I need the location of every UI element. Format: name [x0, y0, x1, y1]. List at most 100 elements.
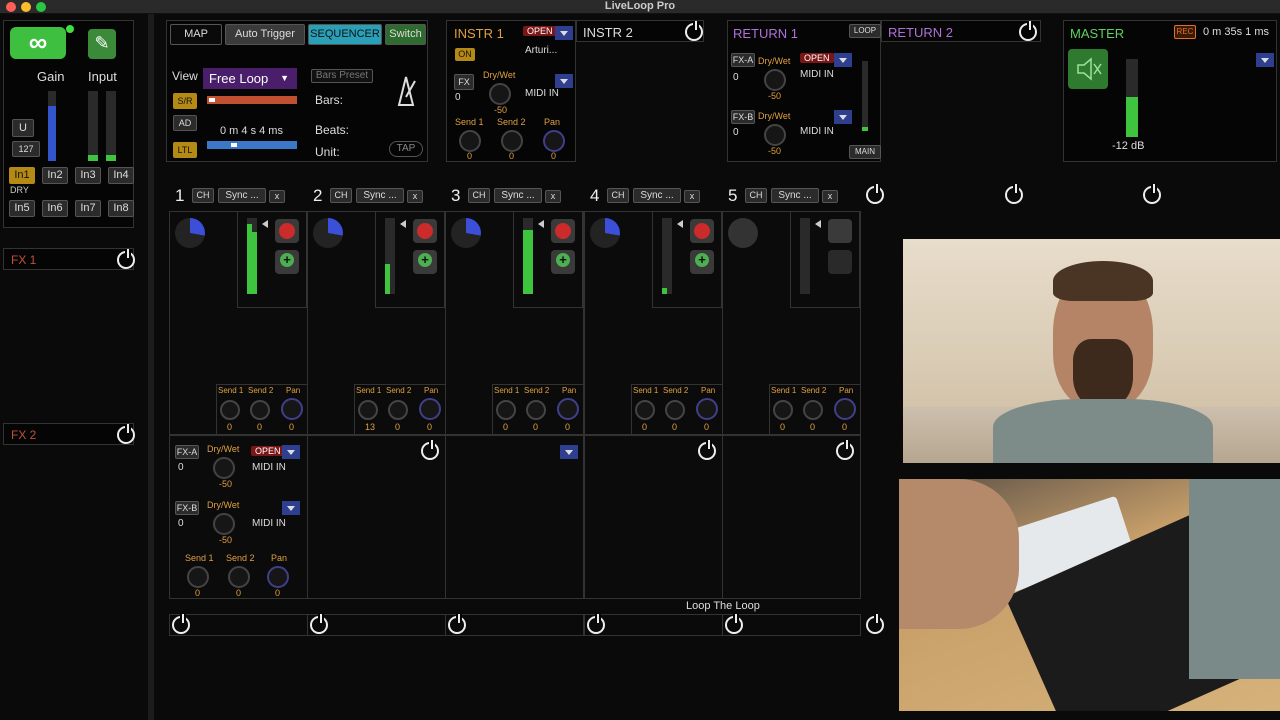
channel3-clear-button[interactable]: x	[545, 190, 561, 203]
channel3-pan-knob[interactable]	[557, 398, 579, 420]
channel5-volume-handle[interactable]	[811, 220, 821, 228]
channel1-clear-button[interactable]: x	[269, 190, 285, 203]
channel5-sync-button[interactable]: Sync ...	[771, 188, 819, 203]
input-in6-button[interactable]: In6	[42, 200, 68, 217]
tap-button[interactable]: TAP	[389, 141, 423, 157]
return1-drywet-b-knob[interactable]	[764, 124, 786, 146]
instr1-midi-in[interactable]: MIDI IN	[525, 88, 559, 99]
channel1-ch-button[interactable]: CH	[192, 188, 214, 203]
ch1-fxa-button[interactable]: FX-A	[175, 445, 199, 459]
power-icon-0[interactable]	[866, 184, 884, 204]
channel3-add-icon[interactable]	[551, 250, 575, 274]
return1-midi-in-b[interactable]: MIDI IN	[800, 126, 834, 137]
bars-preset-button[interactable]: Bars Preset	[311, 69, 373, 83]
record-button[interactable]: REC	[1174, 25, 1196, 39]
auto-trigger-button[interactable]: Auto Trigger	[225, 24, 305, 45]
power-icon-4[interactable]	[698, 440, 716, 460]
input-in4-button[interactable]: In4	[108, 167, 134, 184]
instr1-fx-button[interactable]: FX	[454, 74, 474, 90]
channel3-volume-handle[interactable]	[534, 220, 544, 228]
metronome-icon[interactable]	[393, 73, 419, 107]
u-button[interactable]: U	[12, 119, 34, 137]
channel4-send2-knob[interactable]	[665, 400, 685, 420]
channel3-record-icon[interactable]	[551, 219, 575, 243]
return1-main-button[interactable]: MAIN	[849, 145, 881, 159]
return2-power-icon[interactable]	[1019, 21, 1037, 41]
return1-dropdown-a[interactable]	[834, 53, 852, 67]
instr1-send1-knob[interactable]	[459, 130, 481, 152]
loop-mode-select[interactable]: Free Loop ▼	[203, 68, 297, 89]
ch1-fxb-button[interactable]: FX-B	[175, 501, 199, 515]
channel1-send2-knob[interactable]	[250, 400, 270, 420]
ch1-send1-knob[interactable]	[187, 566, 209, 588]
channel3-footer-power-icon[interactable]	[448, 614, 466, 634]
return1-fxa-button[interactable]: FX-A	[731, 53, 755, 67]
ch1-open-button[interactable]: OPEN	[251, 446, 285, 456]
channel1-add-icon[interactable]	[275, 250, 299, 274]
channel1-send1-knob[interactable]	[220, 400, 240, 420]
channel2-record-icon[interactable]	[413, 219, 437, 243]
channel4-record-icon[interactable]	[690, 219, 714, 243]
power-icon-6[interactable]	[866, 614, 884, 634]
sr-button[interactable]: S/R	[173, 93, 197, 109]
channel3-dropdown[interactable]	[560, 445, 578, 459]
ltl-button[interactable]: LTL	[173, 142, 197, 158]
channel2-clear-button[interactable]: x	[407, 190, 423, 203]
input-in1-button[interactable]: In1	[9, 167, 35, 184]
channel4-add-icon[interactable]	[690, 250, 714, 274]
channel5-footer-power-icon[interactable]	[725, 614, 743, 634]
power-icon-3[interactable]	[421, 440, 439, 460]
ch1-drywet-a-knob[interactable]	[213, 457, 235, 479]
channel4-volume-handle[interactable]	[673, 220, 683, 228]
ch1-drywet-b-knob[interactable]	[213, 513, 235, 535]
instr1-send2-knob[interactable]	[501, 130, 523, 152]
return1-loop-button[interactable]: LOOP	[849, 24, 881, 38]
ad-button[interactable]: AD	[173, 115, 197, 131]
instr2-power-icon[interactable]	[685, 21, 703, 41]
channel1-volume-handle[interactable]	[258, 220, 268, 228]
instr1-device[interactable]: Arturi...	[525, 45, 557, 56]
velocity-value[interactable]: 127	[12, 141, 40, 157]
channel5-send2-knob[interactable]	[803, 400, 823, 420]
instr1-on-button[interactable]: ON	[455, 48, 475, 61]
sequencer-button[interactable]: SEQUENCER	[308, 24, 382, 45]
mute-speaker-icon[interactable]	[1068, 49, 1108, 89]
channel3-sync-button[interactable]: Sync ...	[494, 188, 542, 203]
ch1-send2-knob[interactable]	[228, 566, 250, 588]
channel4-send1-knob[interactable]	[635, 400, 655, 420]
channel2-add-icon[interactable]	[413, 250, 437, 274]
power-icon-1[interactable]	[1005, 184, 1023, 204]
channel5-send1-knob[interactable]	[773, 400, 793, 420]
channel4-pan-knob[interactable]	[696, 398, 718, 420]
channel5-ch-button[interactable]: CH	[745, 188, 767, 203]
channel3-ch-button[interactable]: CH	[468, 188, 490, 203]
channel2-ch-button[interactable]: CH	[330, 188, 352, 203]
channel4-ch-button[interactable]: CH	[607, 188, 629, 203]
channel4-sync-button[interactable]: Sync ...	[633, 188, 681, 203]
channel4-footer-power-icon[interactable]	[587, 614, 605, 634]
input-in5-button[interactable]: In5	[9, 200, 35, 217]
instr1-drywet-knob[interactable]	[489, 83, 511, 105]
channel2-footer-power-icon[interactable]	[310, 614, 328, 634]
master-dropdown[interactable]	[1256, 53, 1274, 67]
instr1-midi-dropdown[interactable]	[555, 74, 573, 88]
channel5-clear-button[interactable]: x	[822, 190, 838, 203]
return1-drywet-a-knob[interactable]	[764, 69, 786, 91]
input-in2-button[interactable]: In2	[42, 167, 68, 184]
return1-open-button[interactable]: OPEN	[800, 53, 834, 63]
return1-fxb-button[interactable]: FX-B	[731, 110, 755, 124]
power-icon-5[interactable]	[836, 440, 854, 460]
fx2-power-icon[interactable]	[117, 424, 135, 444]
input-in3-button[interactable]: In3	[75, 167, 101, 184]
channel2-sync-button[interactable]: Sync ...	[356, 188, 404, 203]
input-in7-button[interactable]: In7	[75, 200, 101, 217]
channel1-footer-power-icon[interactable]	[172, 614, 190, 634]
power-icon-2[interactable]	[1143, 184, 1161, 204]
channel2-send1-knob[interactable]	[358, 400, 378, 420]
channel5-record-icon[interactable]	[828, 219, 852, 243]
channel4-clear-button[interactable]: x	[684, 190, 700, 203]
return1-dropdown-b[interactable]	[834, 110, 852, 124]
input-in8-button[interactable]: In8	[108, 200, 134, 217]
instr1-dropdown[interactable]	[555, 26, 573, 40]
map-button[interactable]: MAP	[170, 24, 222, 45]
